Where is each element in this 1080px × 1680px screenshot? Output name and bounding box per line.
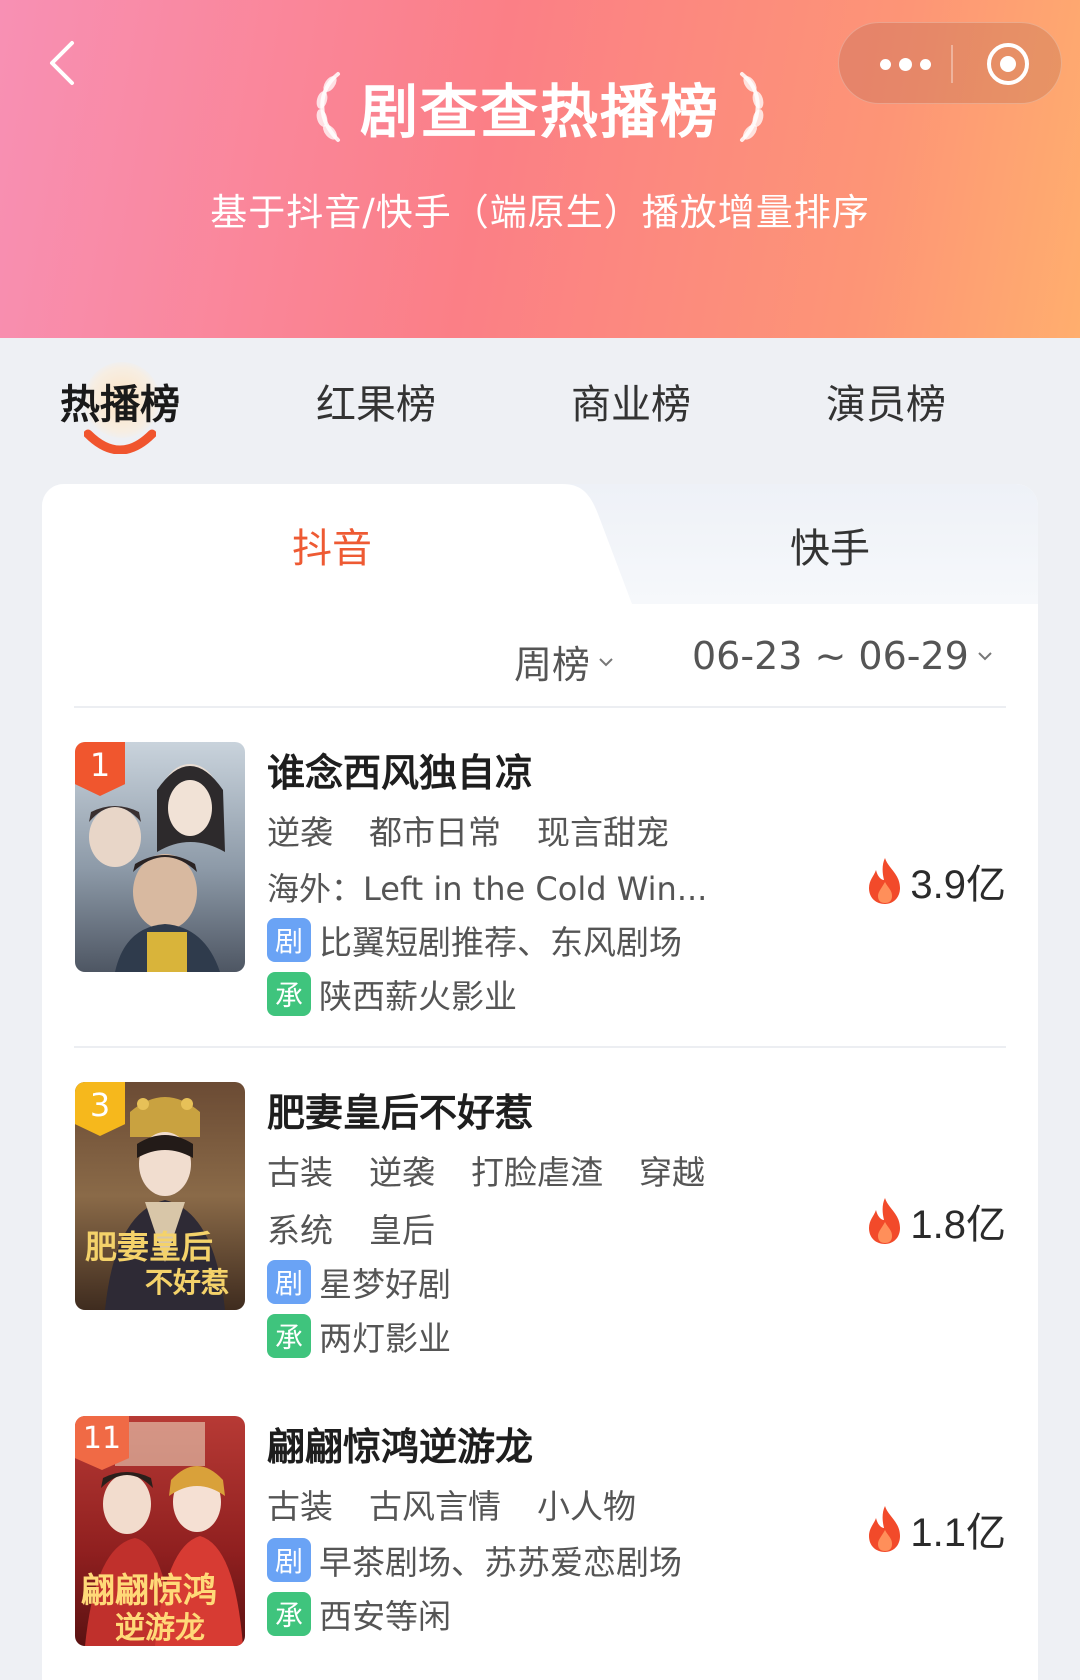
page-subtitle: 基于抖音/快手（端原生）播放增量排序 <box>210 191 870 234</box>
heat-value: 3.9亿 <box>864 852 1006 910</box>
active-tab-indicator <box>84 429 156 454</box>
drama-title[interactable]: 谁念西风独自凉 <box>267 742 533 797</box>
list-item[interactable]: 1 谁念西风独自凉 逆袭 都市日常 现言甜宠 海外：Left in the Cold… <box>42 742 1038 1032</box>
tab-hot-play[interactable]: 热播榜 <box>30 372 210 430</box>
heat-value: 1.1亿 <box>864 1500 1006 1558</box>
platform-chip: 剧 <box>267 918 311 962</box>
drama-title[interactable]: 肥妻皇后不好惹 <box>267 1082 533 1137</box>
genre-tag: 逆袭 <box>267 813 333 852</box>
laurel-right-icon <box>740 72 764 142</box>
platform-text: 星梦好剧 <box>319 1265 451 1304</box>
drama-title[interactable]: 翩翩惊鸿逆游龙 <box>267 1416 533 1471</box>
platform-tabs: 抖音 快手 <box>42 484 1038 604</box>
producer-line: 承 西安等闲 <box>267 1590 451 1638</box>
producer-chip: 承 <box>267 1592 311 1636</box>
genre-tags: 古装 古风言情 小人物 <box>267 1480 672 1528</box>
platform-line: 剧 星梦好剧 <box>267 1258 451 1306</box>
poster-title: 肥妻皇后 <box>85 1228 213 1266</box>
genre-tag: 穿越 <box>639 1153 705 1192</box>
producer-line: 承 陕西薪火影业 <box>267 970 517 1018</box>
producer-text: 西安等闲 <box>319 1597 451 1636</box>
period-selector[interactable]: 周榜 <box>514 634 614 689</box>
overseas-title: 海外：Left in the Cold Win... <box>267 870 708 908</box>
heat-number: 1.8亿 <box>910 1203 1006 1247</box>
producer-text: 陕西薪火影业 <box>319 977 517 1016</box>
genre-tag: 逆袭 <box>369 1153 435 1192</box>
genre-tag: 皇后 <box>369 1211 435 1250</box>
heat-value: 1.8亿 <box>864 1192 1006 1250</box>
tab-commercial[interactable]: 商业榜 <box>541 372 721 430</box>
poster-title: 逆游龙 <box>115 1611 205 1646</box>
divider <box>74 706 1006 708</box>
genre-tag: 都市日常 <box>369 813 501 852</box>
genre-tags: 系统 皇后 <box>267 1204 471 1252</box>
producer-text: 两灯影业 <box>319 1319 451 1358</box>
flame-icon <box>869 858 901 904</box>
date-range-label: 06-23 ~ 06-29 <box>692 634 969 678</box>
drama-poster[interactable]: 肥妻皇后 不好惹 3 <box>75 1082 245 1310</box>
genre-tag: 系统 <box>267 1211 333 1250</box>
chevron-down-icon <box>978 652 992 661</box>
producer-chip: 承 <box>267 1314 311 1358</box>
page-title: 剧查查热播榜 <box>359 78 720 146</box>
list-item[interactable]: 翩翩惊鸿 逆游龙 11 翩翩惊鸿逆游龙 古装 古风言情 小人物 剧 早茶剧场、苏苏爱… <box>42 1416 1038 1656</box>
header-banner: 剧查查热播榜 基于抖音/快手（端原生）播放增量排序 <box>0 0 1080 338</box>
genre-tags: 逆袭 都市日常 现言甜宠 <box>267 806 705 854</box>
title-row: 剧查查热播榜 <box>0 64 1080 150</box>
flame-icon <box>869 1506 901 1552</box>
chevron-down-icon <box>599 657 613 666</box>
genre-tag: 现言甜宠 <box>537 813 669 852</box>
drama-poster[interactable]: 1 <box>75 742 245 972</box>
laurel-left-icon <box>316 72 340 142</box>
filter-bar: 周榜 06-23 ~ 06-29 <box>42 626 1038 696</box>
period-label: 周榜 <box>514 643 591 687</box>
tab-actors[interactable]: 演员榜 <box>796 372 976 430</box>
flame-icon <box>869 1198 901 1244</box>
producer-line: 承 两灯影业 <box>267 1312 451 1360</box>
platform-chip: 剧 <box>267 1538 311 1582</box>
date-range-selector[interactable]: 06-23 ~ 06-29 <box>692 634 993 678</box>
list-item[interactable]: 肥妻皇后 不好惹 3 肥妻皇后不好惹 古装 逆袭 打脸虐渣 穿越 系统 皇后 剧 星梦好… <box>42 1082 1038 1372</box>
main-tabs: 热播榜 红果榜 商业榜 演员榜 <box>0 362 1080 462</box>
genre-tags: 古装 逆袭 打脸虐渣 穿越 <box>267 1146 741 1194</box>
platform-text: 早茶剧场、苏苏爱恋剧场 <box>319 1543 682 1582</box>
drama-poster[interactable]: 翩翩惊鸿 逆游龙 11 <box>75 1416 245 1646</box>
platform-line: 剧 比翼短剧推荐、东风剧场 <box>267 916 682 964</box>
tab-douyin[interactable]: 抖音 <box>182 516 482 574</box>
genre-tag: 古风言情 <box>369 1487 501 1526</box>
producer-chip: 承 <box>267 972 311 1016</box>
genre-tag: 小人物 <box>537 1487 636 1526</box>
heat-number: 1.1亿 <box>910 1511 1006 1555</box>
platform-line: 剧 早茶剧场、苏苏爱恋剧场 <box>267 1536 682 1584</box>
tab-hongguo[interactable]: 红果榜 <box>286 372 466 430</box>
platform-chip: 剧 <box>267 1260 311 1304</box>
ranking-card: 抖音 快手 周榜 06-23 ~ 06-29 1 谁念西风独自凉 逆袭 都市日常… <box>42 484 1038 1680</box>
divider <box>74 1046 1006 1048</box>
platform-text: 比翼短剧推荐、东风剧场 <box>319 923 682 962</box>
poster-title: 翩翩惊鸿 <box>81 1571 217 1611</box>
heat-number: 3.9亿 <box>910 863 1006 907</box>
genre-tag: 古装 <box>267 1487 333 1526</box>
genre-tag: 古装 <box>267 1153 333 1192</box>
poster-title: 不好惹 <box>145 1266 229 1299</box>
genre-tag: 打脸虐渣 <box>471 1153 603 1192</box>
tab-kuaishou[interactable]: 快手 <box>680 516 980 574</box>
